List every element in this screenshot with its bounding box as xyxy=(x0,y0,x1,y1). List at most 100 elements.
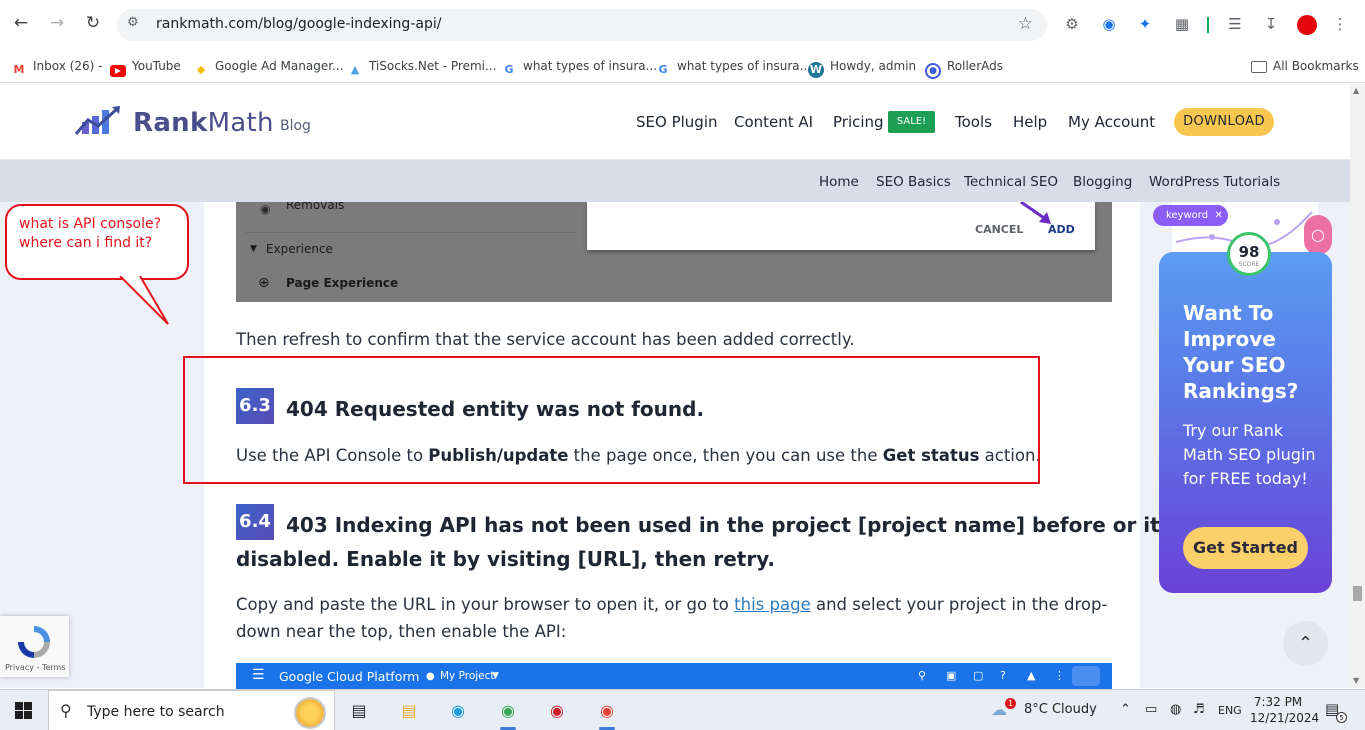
forward-arrow-icon[interactable]: → xyxy=(45,11,69,35)
sale-badge: SALE! xyxy=(888,111,935,133)
paragraph-refresh: Then refresh to confirm that the service… xyxy=(236,330,855,349)
tray-chevron-icon[interactable]: ⌃ xyxy=(1120,702,1131,717)
bookmark-star-icon[interactable]: ☆ xyxy=(1018,14,1033,34)
extensions-puzzle-icon[interactable]: ▦ xyxy=(1172,14,1192,34)
experience-label: Experience xyxy=(266,242,333,256)
google-icon: G xyxy=(504,63,514,76)
weather-sun-icon xyxy=(294,697,326,729)
bookmark-inbox[interactable]: M Inbox (26) - xyxy=(11,55,103,77)
expand-caret-icon: ▼ xyxy=(250,244,257,254)
battery-icon[interactable]: ▭ xyxy=(1145,702,1157,717)
all-bookmarks[interactable]: All Bookmarks xyxy=(1251,55,1359,77)
removals-icon: ◉ xyxy=(260,202,271,216)
callout-line1: what is API console? xyxy=(19,216,162,232)
sparkle-extension-icon[interactable]: ✦ xyxy=(1135,14,1155,34)
gcp-title: Google Cloud Platform xyxy=(279,669,420,684)
task-view-icon[interactable]: ▤ xyxy=(346,698,372,724)
subnav-home[interactable]: Home xyxy=(819,174,859,190)
nav-tools[interactable]: Tools xyxy=(955,113,992,131)
nav-seo-plugin[interactable]: SEO Plugin xyxy=(636,113,718,131)
taskbar-search[interactable]: ⚲ Type here to search xyxy=(48,690,335,730)
chrome-icon[interactable]: ◉ xyxy=(495,698,521,724)
bookmarks-bar: M Inbox (26) - ▶ YouTube ◆ Google Ad Manage… xyxy=(0,50,1365,83)
reload-icon[interactable]: ↻ xyxy=(81,11,105,35)
bookmark-youtube[interactable]: ▶ YouTube xyxy=(110,55,181,77)
folder-icon xyxy=(1251,61,1267,73)
article-screenshot-gcp: ☰ Google Cloud Platform ● My Project ▼ ⚲… xyxy=(236,663,1112,689)
nav-help[interactable]: Help xyxy=(1013,113,1047,131)
site-logo-text[interactable]: RankMath xyxy=(133,108,274,138)
weather-text[interactable]: 8°C Cloudy xyxy=(1024,702,1097,717)
subnav-technical-seo[interactable]: Technical SEO xyxy=(964,174,1058,190)
windows-taskbar: ⚲ Type here to search ▤ ▤ ◉ ◉ ◉ ◉ ☁ 1 8°… xyxy=(0,689,1365,730)
bookmark-insurance-1[interactable]: Gwhat types of insura... xyxy=(501,55,657,77)
seo-score-gauge: 98 SCORE xyxy=(1227,232,1271,276)
more-icon: ⋮ xyxy=(1054,669,1065,682)
section-number-6-4: 6.4 xyxy=(236,504,274,540)
subnav-blogging[interactable]: Blogging xyxy=(1073,174,1132,190)
promo-subtitle: Try our Rank Math SEO plugin for FREE to… xyxy=(1183,421,1316,488)
score-value: 98 xyxy=(1238,243,1260,261)
robot-extension-icon[interactable]: ⚙ xyxy=(1062,14,1082,34)
language-indicator[interactable]: ENG xyxy=(1218,704,1242,717)
bookmark-ad-manager[interactable]: ◆ Google Ad Manager... xyxy=(193,55,344,77)
bookmark-tisocks[interactable]: ▲ TiSocks.Net - Premi... xyxy=(347,55,497,77)
nav-content-ai[interactable]: Content AI xyxy=(734,113,813,131)
divider xyxy=(246,232,576,233)
promo-banner[interactable]: Want To Improve Your SEO Rankings? Try o… xyxy=(1159,252,1332,593)
bookmark-rollerads[interactable]: ● RollerAds xyxy=(925,55,1003,79)
page-experience-icon: ⊕ xyxy=(258,275,270,291)
edge-icon[interactable]: ◉ xyxy=(445,698,471,724)
get-started-button[interactable]: Get Started xyxy=(1183,527,1308,569)
lens-extension-icon[interactable]: ◉ xyxy=(1099,14,1119,34)
notification-count-badge: 5 xyxy=(1336,712,1347,723)
recorder-icon[interactable]: ◉ xyxy=(544,698,570,724)
article-screenshot-search-console: ◉ Removals ▼ Experience ⊕ Page Experienc… xyxy=(236,202,1112,302)
recaptcha-links[interactable]: Privacy - Terms xyxy=(5,663,66,672)
wifi-icon[interactable]: ◍ xyxy=(1170,702,1181,717)
site-logo-sub: Blog xyxy=(280,118,311,134)
scroll-down-icon[interactable]: ▼ xyxy=(1353,676,1359,685)
url-text[interactable]: rankmath.com/blog/google-indexing-api/ xyxy=(156,16,441,32)
callout-line2: where can i find it? xyxy=(19,235,153,251)
rankmath-logo-icon[interactable] xyxy=(74,104,126,136)
profile-avatar[interactable] xyxy=(1297,15,1317,35)
chevron-down-icon: ▼ xyxy=(492,671,499,681)
site-info-icon[interactable]: ⚙ xyxy=(127,15,139,30)
tisocks-icon: ▲ xyxy=(350,63,360,76)
browser-menu-icon[interactable]: ⋮ xyxy=(1330,14,1350,34)
file-explorer-icon[interactable]: ▤ xyxy=(396,698,422,724)
category-nav: Home SEO Basics Technical SEO Blogging W… xyxy=(0,160,1365,202)
avatar xyxy=(1072,666,1100,686)
annotation-callout: what is API console? where can i find it… xyxy=(5,204,189,280)
ad-manager-icon: ◆ xyxy=(196,63,206,76)
system-clock[interactable]: 7:32 PM 12/21/2024 xyxy=(1250,694,1320,726)
back-arrow-icon[interactable]: ← xyxy=(9,11,33,35)
subnav-seo-basics[interactable]: SEO Basics xyxy=(876,174,951,190)
recaptcha-badge[interactable]: Privacy - Terms xyxy=(0,616,69,677)
chrome-profile-icon[interactable]: ◉ xyxy=(594,698,620,724)
volume-icon[interactable]: ♬ xyxy=(1193,702,1205,717)
scrollbar-thumb[interactable] xyxy=(1353,586,1362,601)
clock-date: 12/21/2024 xyxy=(1250,711,1320,725)
annotation-highlight-box xyxy=(183,356,1040,484)
scroll-to-top-button[interactable]: ⌃ xyxy=(1283,621,1328,666)
nav-pricing[interactable]: Pricing xyxy=(833,113,884,131)
address-bar[interactable]: ⚙ rankmath.com/blog/google-indexing-api/… xyxy=(117,9,1047,41)
windows-start-icon[interactable] xyxy=(15,702,32,719)
paragraph-copy-url: Copy and paste the URL in your browser t… xyxy=(236,595,1108,614)
paragraph-copy-url-line2: down near the top, then enable the API: xyxy=(236,622,567,641)
scroll-up-icon[interactable]: ▲ xyxy=(1353,86,1359,95)
removals-label: Removals xyxy=(286,202,345,212)
project-icon: ● xyxy=(426,671,435,682)
download-icon[interactable]: ↧ xyxy=(1261,14,1281,34)
bookmark-wordpress[interactable]: W Howdy, admin xyxy=(808,55,916,78)
reading-list-icon[interactable]: ☰ xyxy=(1225,14,1245,34)
nav-my-account[interactable]: My Account xyxy=(1068,113,1155,131)
download-button[interactable]: DOWNLOAD xyxy=(1174,108,1274,136)
subnav-wordpress-tutorials[interactable]: WordPress Tutorials xyxy=(1149,174,1280,190)
page-scrollbar[interactable]: ▲ ▼ xyxy=(1350,84,1365,688)
this-page-link[interactable]: this page xyxy=(734,595,811,614)
bookmark-insurance-2[interactable]: Gwhat types of insura... xyxy=(655,55,811,77)
toolbar-divider xyxy=(1207,17,1209,33)
